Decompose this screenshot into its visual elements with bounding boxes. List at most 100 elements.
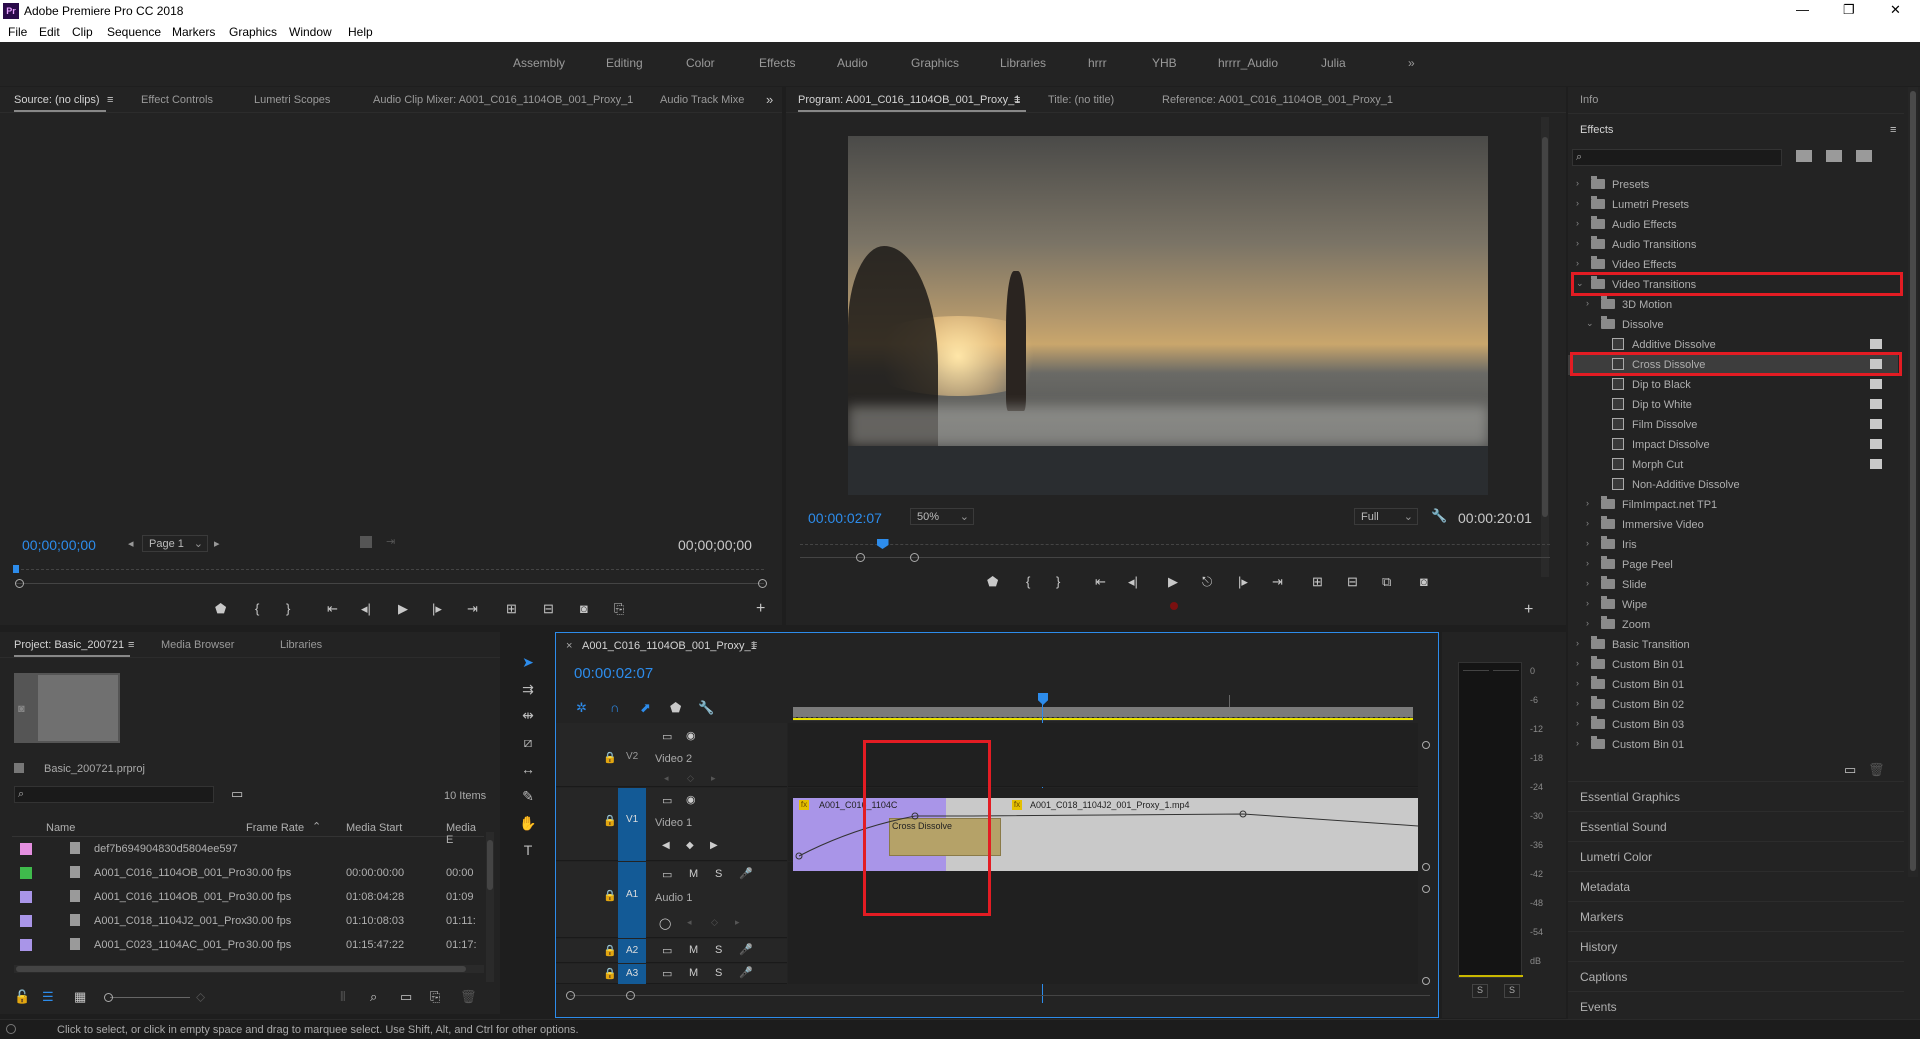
chevron-right-icon[interactable]: › [1586, 598, 1589, 608]
label-color-swatch[interactable] [20, 867, 32, 879]
track-id-a1[interactable]: A1 [626, 889, 638, 900]
eye-icon[interactable]: ◉ [686, 793, 696, 806]
mute-button[interactable]: M [689, 868, 698, 880]
program-scrollbar[interactable] [1541, 117, 1549, 577]
v-scroll-handle[interactable] [1422, 741, 1430, 749]
effects-tree-item[interactable]: Dip to Black [1568, 375, 1898, 395]
effects-tree-item[interactable]: › Custom Bin 01 [1568, 675, 1898, 695]
sync-lock-icon[interactable]: ▭ [662, 967, 672, 980]
step-back-icon[interactable]: ◂| [1128, 575, 1138, 589]
source-ruler[interactable] [16, 569, 764, 570]
find-icon[interactable]: ⌕ [370, 990, 377, 1004]
tab-effects[interactable]: Effects [1580, 124, 1613, 136]
tab-source[interactable]: Source: (no clips) [14, 94, 106, 112]
overwrite-clip-icon[interactable]: ⊟ [543, 602, 554, 616]
panel-events[interactable]: Events [1568, 991, 1904, 1020]
sync-lock-icon[interactable]: ▭ [662, 944, 672, 957]
chevron-right-icon[interactable]: › [1576, 218, 1579, 228]
program-video-frame[interactable] [848, 136, 1488, 495]
export-frame-icon[interactable]: ◙ [1420, 575, 1428, 589]
workspace-hrrrr-audio[interactable]: hrrrr_Audio [1218, 56, 1278, 70]
page-next-icon[interactable]: ▸ [214, 537, 220, 550]
track-id-a2[interactable]: A2 [626, 945, 638, 956]
menu-graphics[interactable]: Graphics [229, 25, 277, 39]
effects-search-input[interactable]: ⌕ [1572, 149, 1782, 166]
zoom-handle-right[interactable] [758, 579, 767, 588]
yuv-icon[interactable] [1856, 150, 1872, 162]
keyframe-icon[interactable]: ◇ [711, 917, 718, 928]
tab-libraries[interactable]: Libraries [280, 639, 322, 651]
tab-media-browser[interactable]: Media Browser [161, 639, 234, 651]
source-zoom-bar[interactable] [16, 583, 764, 584]
solo-left-button[interactable]: S [1472, 984, 1488, 998]
source-timecode-in[interactable]: 00;00;00;00 [22, 537, 96, 553]
work-area-bar[interactable] [793, 707, 1413, 717]
loop-icon[interactable]: ⎋ [1202, 575, 1212, 589]
slip-tool-icon[interactable]: ↔ [518, 761, 538, 781]
keyframe-icon[interactable]: ◆ [686, 840, 694, 851]
selection-tool-icon[interactable]: ➤ [518, 654, 538, 674]
workspace-julia[interactable]: Julia [1321, 56, 1346, 70]
type-tool-icon[interactable]: T [518, 842, 538, 862]
new-bin-icon[interactable]: ▭ [400, 990, 412, 1004]
snap-icon[interactable]: ∩ [610, 701, 619, 715]
effects-tree-item[interactable]: › Page Peel [1568, 555, 1898, 575]
chevron-right-icon[interactable]: › [1576, 638, 1579, 648]
zoom-slider[interactable] [110, 997, 190, 998]
step-back-icon[interactable]: ◂| [361, 602, 371, 616]
effects-tree-item[interactable]: › Immersive Video [1568, 515, 1898, 535]
effects-tree-item[interactable]: › Custom Bin 01 [1568, 655, 1898, 675]
voiceover-mic-icon[interactable]: 🎤 [739, 867, 753, 880]
close-icon[interactable]: ✕ [1890, 2, 1901, 18]
tab-sequence[interactable]: A001_C016_1104OB_001_Proxy_1 [582, 640, 757, 652]
insert-icon[interactable]: ⇥ [386, 535, 395, 548]
step-forward-icon[interactable]: |▸ [432, 602, 442, 616]
razor-tool-icon[interactable]: ⧄ [518, 734, 538, 754]
workspace-hrrr[interactable]: hrrr [1088, 56, 1107, 70]
lock-icon[interactable]: 🔒 [603, 944, 617, 957]
insert-clip-icon[interactable]: ⊞ [506, 602, 517, 616]
effects-tree-item[interactable]: Dip to White [1568, 395, 1898, 415]
project-row[interactable]: def7b694904830d5804ee597 [12, 837, 482, 861]
effects-tree-item[interactable]: › Presets [1568, 175, 1898, 195]
zoom-handle-left[interactable] [856, 553, 865, 562]
volume-icon[interactable]: ◯ [659, 917, 671, 930]
project-row[interactable]: A001_C023_1104AC_001_Pro 30.00 fps 01:15:4… [12, 933, 482, 957]
play-icon[interactable]: ▶ [1168, 575, 1178, 589]
ripple-edit-tool-icon[interactable]: ⇹ [518, 707, 538, 727]
chevron-right-icon[interactable]: › [1586, 498, 1589, 508]
effects-tree-item[interactable]: › 3D Motion [1568, 295, 1898, 315]
effects-tree-item[interactable]: › Lumetri Presets [1568, 195, 1898, 215]
workspace-yhb[interactable]: YHB [1152, 56, 1177, 70]
new-bin-icon[interactable]: ▭ [1844, 763, 1856, 777]
project-search-input[interactable]: ⌕ [14, 786, 214, 803]
v-scroll-handle[interactable] [1422, 863, 1430, 871]
chevron-right-icon[interactable]: › [1586, 518, 1589, 528]
effects-tree-item[interactable]: Morph Cut [1568, 455, 1898, 475]
effects-tree-item[interactable]: › FilmImpact.net TP1 [1568, 495, 1898, 515]
panel-markers[interactable]: Markers [1568, 901, 1904, 930]
workspace-overflow-icon[interactable]: » [1408, 56, 1415, 70]
add-marker-icon[interactable]: ⬟ [670, 701, 681, 715]
new-item-icon[interactable]: ⎘ [430, 990, 440, 1004]
mark-out-icon[interactable]: } [286, 602, 290, 616]
workspace-color[interactable]: Color [686, 56, 715, 70]
page-prev-icon[interactable]: ◂ [128, 537, 134, 550]
add-button-icon[interactable]: + [756, 601, 765, 617]
safe-margins-icon[interactable] [360, 536, 372, 548]
pen-tool-icon[interactable]: ✎ [518, 788, 538, 808]
track-id-v2[interactable]: V2 [626, 751, 638, 762]
add-marker-icon[interactable]: ⬟ [987, 575, 998, 589]
effects-tree-item[interactable]: › Custom Bin 02 [1568, 695, 1898, 715]
list-view-icon[interactable]: ☰ [42, 990, 54, 1004]
voiceover-mic-icon[interactable]: 🎤 [739, 966, 753, 979]
next-keyframe-icon[interactable]: ▸ [711, 773, 716, 784]
chevron-right-icon[interactable]: › [1576, 178, 1579, 188]
zoom-handle-right[interactable] [910, 553, 919, 562]
accelerated-effects-icon[interactable] [1796, 150, 1812, 162]
chevron-right-icon[interactable]: › [1576, 258, 1579, 268]
solo-button[interactable]: S [715, 868, 722, 880]
clip-a001-c018[interactable]: fx A001_C018_1104J2_001_Proxy_1.mp4 [946, 798, 1418, 871]
panel-menu-icon[interactable]: ≡ [751, 639, 757, 651]
quality-select[interactable]: Full ⌄ [1354, 508, 1418, 525]
